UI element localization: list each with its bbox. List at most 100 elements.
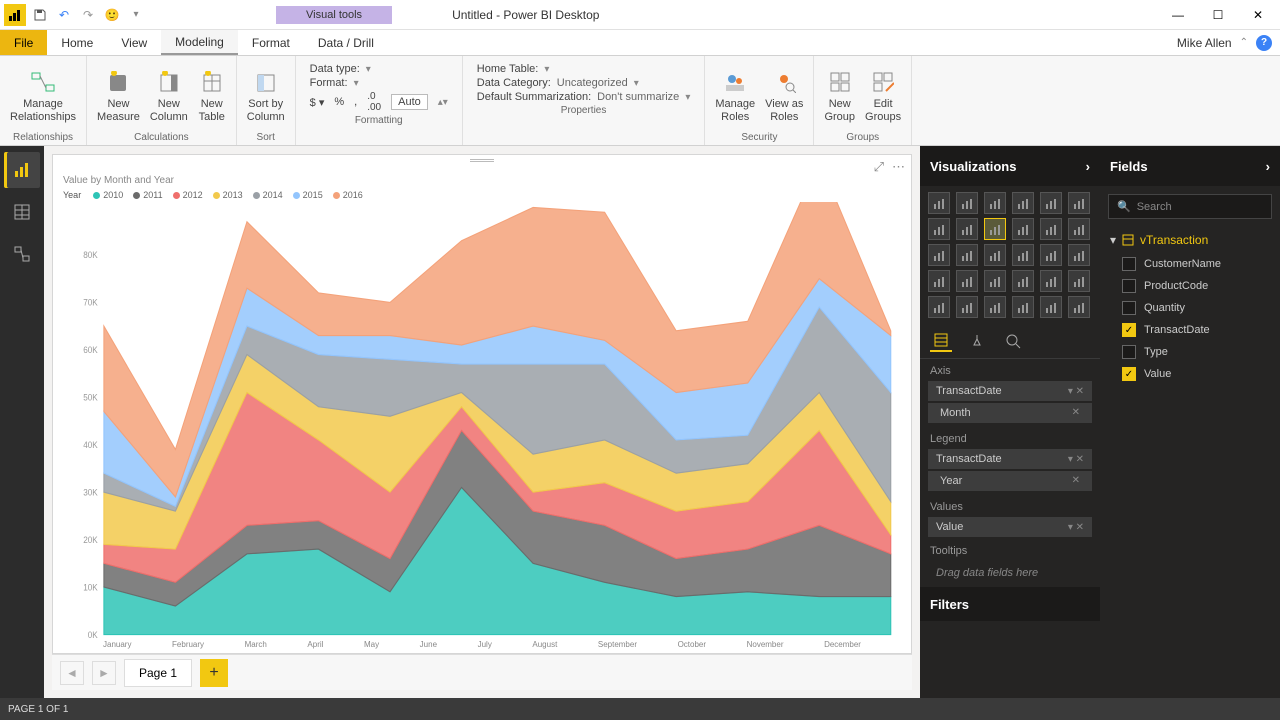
auto-decimals-input[interactable]: Auto xyxy=(391,94,428,110)
viz-type-icon[interactable] xyxy=(1068,218,1090,240)
tab-home[interactable]: Home xyxy=(47,30,107,55)
legend-item[interactable]: 2015 xyxy=(293,190,323,200)
viz-type-icon[interactable] xyxy=(1068,270,1090,292)
page-next-button[interactable]: ► xyxy=(92,661,116,685)
viz-type-icon[interactable] xyxy=(1012,270,1034,292)
hometable-dropdown[interactable]: ▾ xyxy=(544,64,549,75)
tab-format[interactable]: Format xyxy=(238,30,304,55)
viz-type-icon[interactable] xyxy=(1040,244,1062,266)
edit-groups-button[interactable]: Edit Groups xyxy=(865,68,901,122)
viz-type-icon[interactable] xyxy=(984,192,1006,214)
viz-type-icon[interactable] xyxy=(984,244,1006,266)
viz-type-icon[interactable] xyxy=(1040,296,1062,318)
field-row[interactable]: ProductCode xyxy=(1100,275,1280,297)
axis-well-subitem[interactable]: Month✕ xyxy=(928,403,1092,423)
summarization-value[interactable]: Don't summarize xyxy=(597,91,679,103)
viz-type-icon[interactable] xyxy=(1040,192,1062,214)
fields-tab-icon[interactable] xyxy=(930,330,952,352)
viz-type-icon[interactable] xyxy=(928,270,950,292)
close-button[interactable]: ✕ xyxy=(1244,3,1272,27)
viz-type-icon[interactable] xyxy=(1040,270,1062,292)
undo-icon[interactable]: ↶ xyxy=(54,5,74,25)
file-tab[interactable]: File xyxy=(0,30,47,55)
field-checkbox[interactable]: ✓ xyxy=(1122,367,1136,381)
format-dropdown[interactable]: ▾ xyxy=(354,78,359,89)
format-tab-icon[interactable] xyxy=(966,330,988,352)
qat-dropdown-icon[interactable]: ▾ xyxy=(126,5,146,25)
tab-view[interactable]: View xyxy=(107,30,161,55)
comma-button[interactable]: , xyxy=(354,96,357,108)
add-page-button[interactable]: + xyxy=(200,659,228,687)
page-tab[interactable]: Page 1 xyxy=(124,659,192,687)
data-view-button[interactable] xyxy=(4,194,40,230)
redo-icon[interactable]: ↷ xyxy=(78,5,98,25)
chart-visual[interactable]: ⤢ ⋯ Value by Month and Year Year 2010201… xyxy=(52,154,912,654)
field-row[interactable]: ✓Value xyxy=(1100,363,1280,385)
user-name[interactable]: Mike Allen xyxy=(1177,36,1232,50)
percent-button[interactable]: % xyxy=(334,96,344,108)
view-as-roles-button[interactable]: View as Roles xyxy=(765,68,803,122)
collapse-viz-icon[interactable]: › xyxy=(1086,159,1090,174)
viz-type-icon[interactable] xyxy=(928,296,950,318)
field-row[interactable]: Quantity xyxy=(1100,297,1280,319)
viz-type-icon[interactable] xyxy=(1040,218,1062,240)
viz-type-icon[interactable] xyxy=(1012,296,1034,318)
field-row[interactable]: CustomerName xyxy=(1100,253,1280,275)
model-view-button[interactable] xyxy=(4,236,40,272)
tab-modeling[interactable]: Modeling xyxy=(161,30,238,55)
more-options-icon[interactable]: ⋯ xyxy=(892,159,905,175)
legend-item[interactable]: 2011 xyxy=(133,190,162,200)
viz-type-icon[interactable] xyxy=(1012,192,1034,214)
field-row[interactable]: ✓TransactDate xyxy=(1100,319,1280,341)
legend-well-item[interactable]: TransactDate▾ ✕ xyxy=(928,449,1092,469)
maximize-button[interactable]: ☐ xyxy=(1204,3,1232,27)
sort-by-column-button[interactable]: Sort by Column xyxy=(247,68,285,122)
field-checkbox[interactable] xyxy=(1122,345,1136,359)
new-column-button[interactable]: New Column xyxy=(150,68,188,122)
viz-type-icon[interactable] xyxy=(928,218,950,240)
viz-type-icon[interactable] xyxy=(956,218,978,240)
new-measure-button[interactable]: New Measure xyxy=(97,68,140,122)
viz-type-icon[interactable] xyxy=(1012,244,1034,266)
legend-well-subitem[interactable]: Year✕ xyxy=(928,471,1092,491)
viz-type-icon[interactable] xyxy=(928,244,950,266)
tooltips-drop-zone[interactable]: Drag data fields here xyxy=(928,561,1092,585)
currency-button[interactable]: $ ▾ xyxy=(310,96,325,109)
new-group-button[interactable]: New Group xyxy=(824,68,855,122)
focus-mode-icon[interactable]: ⤢ xyxy=(874,159,884,175)
viz-type-icon[interactable] xyxy=(1068,296,1090,318)
decimals-stepper[interactable]: ▴▾ xyxy=(438,97,448,108)
viz-type-icon[interactable] xyxy=(928,192,950,214)
axis-well-item[interactable]: TransactDate▾ ✕ xyxy=(928,381,1092,401)
viz-type-icon[interactable] xyxy=(984,270,1006,292)
decimals-button[interactable]: .0.00 xyxy=(367,91,381,113)
viz-type-icon[interactable] xyxy=(984,218,1006,240)
help-icon[interactable]: ? xyxy=(1256,35,1272,51)
field-checkbox[interactable] xyxy=(1122,301,1136,315)
report-view-button[interactable] xyxy=(4,152,40,188)
page-prev-button[interactable]: ◄ xyxy=(60,661,84,685)
viz-type-icon[interactable] xyxy=(956,296,978,318)
collapse-fields-icon[interactable]: › xyxy=(1266,159,1270,174)
viz-type-icon[interactable] xyxy=(984,296,1006,318)
legend-item[interactable]: 2016 xyxy=(333,190,363,200)
drag-handle-icon[interactable] xyxy=(470,159,494,162)
filters-section-title[interactable]: Filters xyxy=(930,597,969,612)
viz-type-icon[interactable] xyxy=(956,192,978,214)
viz-type-icon[interactable] xyxy=(1068,244,1090,266)
datacategory-value[interactable]: Uncategorized xyxy=(557,77,628,89)
field-checkbox[interactable] xyxy=(1122,279,1136,293)
manage-roles-button[interactable]: Manage Roles xyxy=(715,68,755,122)
datatype-dropdown[interactable]: ▾ xyxy=(366,64,371,75)
new-table-button[interactable]: New Table xyxy=(198,68,226,122)
legend-item[interactable]: 2012 xyxy=(173,190,203,200)
analytics-tab-icon[interactable] xyxy=(1002,330,1024,352)
field-row[interactable]: Type xyxy=(1100,341,1280,363)
viz-type-icon[interactable] xyxy=(1012,218,1034,240)
field-checkbox[interactable] xyxy=(1122,257,1136,271)
field-checkbox[interactable]: ✓ xyxy=(1122,323,1136,337)
viz-type-icon[interactable] xyxy=(956,244,978,266)
legend-item[interactable]: 2010 xyxy=(93,190,123,200)
smiley-icon[interactable]: 🙂 xyxy=(102,5,122,25)
save-icon[interactable] xyxy=(30,5,50,25)
